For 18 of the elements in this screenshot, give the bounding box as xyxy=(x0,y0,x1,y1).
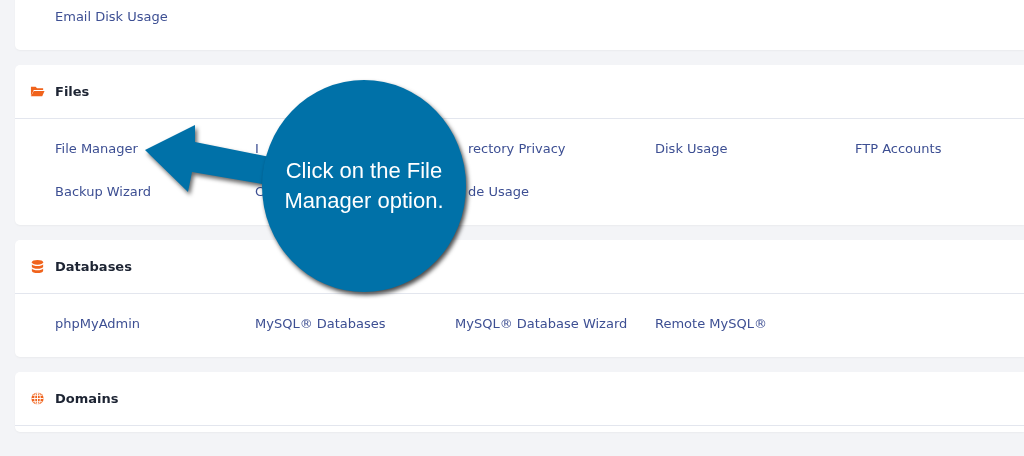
tool-link[interactable]: FTP Accounts xyxy=(855,141,942,156)
tool-link[interactable]: de Usage xyxy=(468,184,529,199)
tool-link[interactable]: Disk Usage xyxy=(655,141,728,156)
tool-link[interactable]: MySQL® Database Wizard xyxy=(455,316,628,331)
tool-link[interactable]: phpMyAdmin xyxy=(55,316,141,331)
tool-link[interactable]: Backup Wizard xyxy=(55,184,152,199)
section-title: Databases xyxy=(55,259,132,274)
database-icon xyxy=(30,259,45,274)
globe-icon xyxy=(30,391,45,406)
section-title: Files xyxy=(55,84,90,99)
tool-link[interactable]: MySQL® Databases xyxy=(255,316,386,331)
folder-icon xyxy=(30,84,45,99)
tool-link[interactable]: File Manager xyxy=(55,141,138,156)
tool-link[interactable]: rectory Privacy xyxy=(468,141,566,156)
tool-link[interactable]: Email Disk Usage xyxy=(55,9,168,24)
tool-link[interactable]: I xyxy=(255,141,259,156)
section-title: Domains xyxy=(55,391,119,406)
tool-link[interactable]: Remote MySQL® xyxy=(655,316,767,331)
